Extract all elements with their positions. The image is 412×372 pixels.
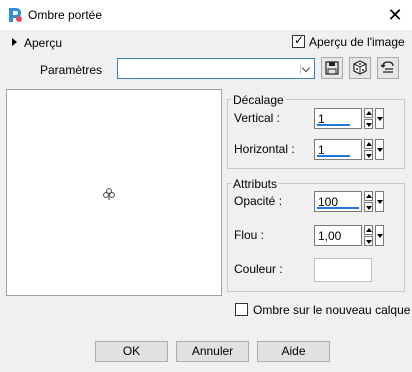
chevron-down-icon	[300, 64, 312, 74]
params-combobox[interactable]	[117, 58, 315, 79]
image-preview-label: Aperçu de l'image	[309, 35, 405, 49]
color-swatch[interactable]	[314, 258, 372, 282]
close-icon: ✕	[387, 5, 403, 25]
spin-down-icon[interactable]	[364, 150, 373, 160]
vertical-label: Vertical :	[234, 111, 281, 125]
spin-down-icon[interactable]	[364, 202, 373, 212]
blur-input[interactable]: 1,00	[314, 225, 362, 246]
horizontal-input[interactable]: 1	[314, 139, 362, 160]
opacity-spinner[interactable]: 100	[314, 191, 384, 212]
preview-panel[interactable]	[6, 89, 222, 296]
blur-label: Flou :	[234, 228, 265, 242]
new-layer-label: Ombre sur le nouveau calque	[253, 303, 411, 317]
vertical-input[interactable]: 1	[314, 108, 362, 129]
value-slider-bar	[317, 124, 350, 126]
chevron-down-icon[interactable]	[375, 225, 384, 246]
ok-button[interactable]: OK	[95, 341, 168, 362]
value-slider-bar	[317, 155, 350, 157]
spin-up-icon[interactable]	[364, 191, 373, 201]
spin-down-icon[interactable]	[364, 236, 373, 246]
title-bar: Ombre portée ✕	[0, 0, 412, 30]
save-preset-button[interactable]	[321, 57, 343, 79]
app-icon	[9, 8, 22, 22]
cancel-button[interactable]: Annuler	[176, 341, 249, 362]
reset-button[interactable]	[377, 57, 399, 79]
offset-group-title: Décalage	[231, 93, 286, 107]
new-layer-checkbox[interactable]	[235, 303, 248, 316]
image-preview-checkbox[interactable]: ✓	[292, 33, 305, 48]
random-settings-button[interactable]	[349, 57, 371, 79]
checkmark-icon: ✓	[294, 33, 305, 47]
pan-cursor-icon	[103, 188, 115, 200]
attributes-group-title: Attributs	[231, 177, 280, 191]
chevron-down-icon[interactable]	[375, 108, 384, 129]
window-title: Ombre portée	[28, 8, 103, 22]
blur-spinner[interactable]: 1,00	[314, 225, 384, 246]
preview-toggle-label: Aperçu	[24, 36, 63, 50]
spin-up-icon[interactable]	[364, 139, 373, 149]
floppy-disk-icon	[325, 61, 339, 75]
spin-down-icon[interactable]	[364, 119, 373, 129]
opacity-label: Opacité :	[234, 194, 283, 208]
chevron-down-icon[interactable]	[375, 139, 384, 160]
spin-up-icon[interactable]	[364, 225, 373, 235]
close-button[interactable]: ✕	[380, 2, 410, 28]
dice-icon	[353, 60, 367, 75]
horizontal-spinner[interactable]: 1	[314, 139, 384, 160]
reset-icon	[380, 61, 394, 73]
help-button[interactable]: Aide	[257, 341, 330, 362]
chevron-down-icon[interactable]	[375, 191, 384, 212]
spin-up-icon[interactable]	[364, 108, 373, 118]
value-slider-bar	[317, 207, 359, 209]
expand-triangle-icon	[12, 38, 17, 46]
params-label: Paramètres	[40, 63, 103, 77]
blur-value: 1,00	[318, 229, 342, 243]
color-label: Couleur :	[234, 262, 283, 276]
horizontal-label: Horizontal :	[234, 142, 295, 156]
vertical-spinner[interactable]: 1	[314, 108, 384, 129]
opacity-input[interactable]: 100	[314, 191, 362, 212]
